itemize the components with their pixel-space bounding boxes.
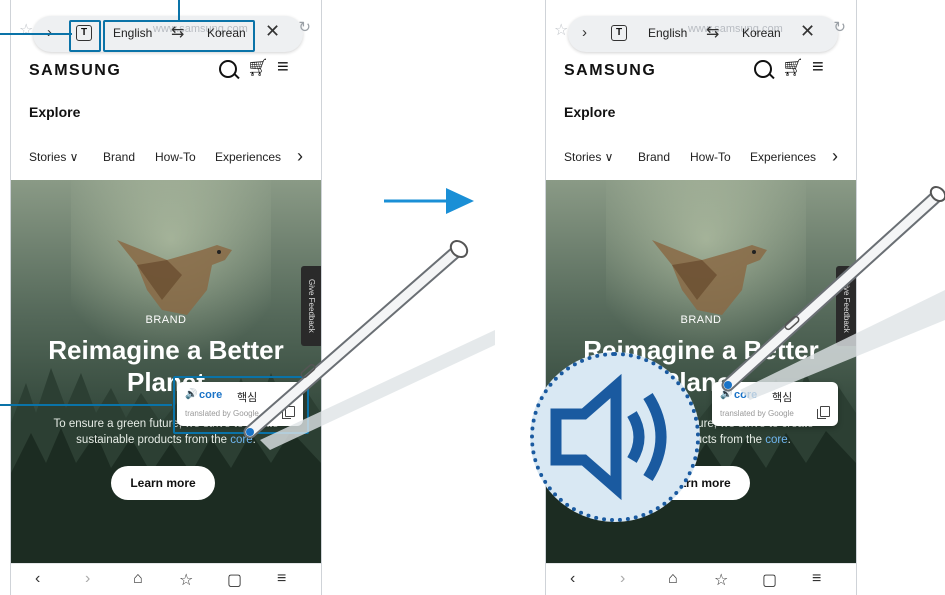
chevron-right-icon[interactable]: › — [582, 24, 587, 41]
translated-source-word: core — [734, 389, 758, 401]
tab-experiences[interactable]: Experiences — [215, 150, 281, 164]
tab-how-to[interactable]: How-To — [690, 150, 731, 164]
tabs-next-icon[interactable]: › — [832, 146, 838, 167]
hero-banner: Give Feedback BRAND Reimagine a Better P… — [11, 180, 321, 563]
menu-icon[interactable]: ≡ — [812, 56, 824, 79]
speaker-icon[interactable]: 🔊 — [720, 389, 732, 400]
menu-icon[interactable]: ≡ — [812, 570, 821, 588]
tab-brand[interactable]: Brand — [103, 150, 135, 164]
forward-icon[interactable]: › — [85, 570, 90, 588]
star-icon: ☆ — [19, 22, 34, 39]
menu-icon[interactable]: ≡ — [277, 570, 286, 588]
page-title: Explore — [564, 104, 616, 120]
text-mode-highlight — [69, 20, 101, 52]
copy-icon[interactable] — [817, 406, 830, 419]
reload-icon[interactable]: ↻ — [298, 18, 311, 36]
back-icon[interactable]: ‹ — [35, 570, 40, 588]
forward-icon[interactable]: › — [620, 570, 625, 588]
phone-screen-before: ☆ › T www.samsung.com English ⇆ Korean ✕… — [10, 0, 322, 595]
selected-word[interactable]: core — [230, 434, 252, 446]
tab-brand[interactable]: Brand — [638, 150, 670, 164]
selected-word[interactable]: core — [765, 434, 787, 446]
callout-line — [178, 0, 180, 20]
back-icon[interactable]: ‹ — [570, 570, 575, 588]
home-icon[interactable]: ⌂ — [133, 570, 143, 588]
text-mode-icon[interactable]: T — [611, 25, 627, 41]
tabs-icon[interactable]: ▢ — [762, 570, 777, 590]
search-icon[interactable] — [754, 60, 772, 78]
translate-toolbar: ☆ › T www.samsung.com English ⇆ Korean ✕… — [554, 16, 846, 52]
hero-subtitle-line2: sustainable products from the core. — [21, 432, 311, 448]
search-icon[interactable] — [219, 60, 237, 78]
callout-line — [0, 404, 172, 406]
site-header: SAMSUNG 🛒︎ ≡ — [546, 56, 856, 88]
page-title: Explore — [29, 104, 81, 120]
bookmark-icon[interactable]: ☆ — [714, 570, 728, 590]
hero-category: BRAND — [680, 314, 722, 326]
tab-stories[interactable]: Stories ∨ — [29, 150, 78, 164]
translation-popup: 🔊 core 핵심 translated by Google — [712, 382, 838, 426]
tabs-next-icon[interactable]: › — [297, 146, 303, 167]
callout-line — [0, 33, 72, 35]
source-language-button[interactable]: English — [648, 26, 687, 40]
hero-subtitle-line2-text: sustainable products from the — [76, 434, 231, 446]
cart-icon[interactable]: 🛒︎ — [782, 58, 804, 78]
reload-icon[interactable]: ↻ — [833, 18, 846, 36]
star-icon: ☆ — [554, 22, 569, 39]
learn-more-button[interactable]: Learn more — [111, 466, 215, 500]
samsung-logo[interactable]: SAMSUNG — [564, 62, 656, 80]
swap-languages-icon[interactable]: ⇆ — [706, 22, 719, 42]
speaker-zoom-magnifier — [530, 352, 700, 522]
hero-subtitle-end: . — [787, 434, 791, 446]
hero-category: BRAND — [145, 314, 187, 326]
site-header: SAMSUNG 🛒︎ ≡ — [11, 56, 321, 88]
language-selector-highlight — [103, 20, 255, 52]
translated-result: 핵심 — [772, 392, 793, 404]
translation-popup-highlight — [173, 376, 309, 434]
close-icon[interactable]: ✕ — [265, 21, 280, 42]
cart-icon[interactable]: 🛒︎ — [247, 58, 269, 78]
transition-arrow — [384, 188, 474, 214]
browser-bottom-nav: ‹ › ⌂ ☆ ▢ ≡ — [546, 563, 856, 595]
tabs-icon[interactable]: ▢ — [227, 570, 242, 590]
tab-stories[interactable]: Stories ∨ — [564, 150, 613, 164]
menu-icon[interactable]: ≡ — [277, 56, 289, 79]
samsung-logo[interactable]: SAMSUNG — [29, 62, 121, 80]
tab-how-to[interactable]: How-To — [155, 150, 196, 164]
tab-experiences[interactable]: Experiences — [750, 150, 816, 164]
hero-title-line1: Reimagine a Better — [48, 335, 284, 365]
bookmark-icon[interactable]: ☆ — [179, 570, 193, 590]
hero-subtitle-end: . — [252, 434, 256, 446]
target-language-button[interactable]: Korean — [742, 26, 781, 40]
speaker-icon — [550, 373, 667, 501]
home-icon[interactable]: ⌂ — [668, 570, 678, 588]
browser-bottom-nav: ‹ › ⌂ ☆ ▢ ≡ — [11, 563, 321, 595]
translation-credit: translated by Google — [720, 409, 794, 418]
close-icon[interactable]: ✕ — [800, 21, 815, 42]
